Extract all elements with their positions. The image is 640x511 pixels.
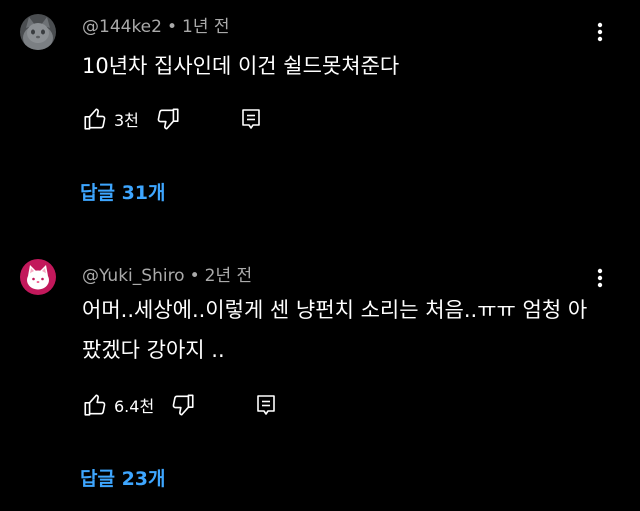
thumbs-down-icon — [157, 108, 179, 130]
comment-text: 어머..세상에..이렇게 센 냥펀치 소리는 처음..ㅠㅠ 엄청 아팠겠다 강아… — [82, 298, 588, 362]
gray-cat-avatar-icon — [20, 14, 56, 50]
comment-icon — [242, 109, 260, 129]
like-count: 6.4천 — [114, 397, 155, 416]
comment-meta: @Yuki_Shiro • 2년 전 — [82, 261, 252, 286]
dislike-button[interactable] — [155, 106, 181, 132]
more-options-icon[interactable] — [588, 266, 612, 290]
comment-meta: @144ke2 • 1년 전 — [82, 12, 230, 37]
author-name[interactable]: @144ke2 — [82, 17, 162, 37]
more-options-icon[interactable] — [588, 20, 612, 44]
white-cat-avatar-icon — [20, 259, 56, 295]
thumbs-down-icon — [172, 394, 194, 416]
reply-button[interactable] — [239, 107, 263, 131]
view-replies-link[interactable]: 답글 23개 — [80, 464, 166, 491]
avatar[interactable] — [20, 259, 56, 295]
reply-button[interactable] — [254, 393, 278, 417]
comment-actions: 3천 — [82, 105, 263, 133]
author-name[interactable]: @Yuki_Shiro — [82, 266, 185, 286]
timestamp[interactable]: 1년 전 — [182, 17, 230, 37]
like-count: 3천 — [114, 111, 139, 130]
thumbs-up-icon — [84, 108, 106, 130]
view-replies-link[interactable]: 답글 31개 — [80, 178, 166, 205]
separator-dot: • — [166, 17, 177, 37]
comment-actions: 6.4천 — [82, 391, 278, 419]
like-button[interactable] — [82, 106, 108, 132]
thumbs-up-icon — [84, 394, 106, 416]
comment-text: 10년차 집사인데 이건 쉴드못쳐준다 — [82, 54, 400, 78]
comment-item: @Yuki_Shiro • 2년 전 어머..세상에..이렇게 센 냥펀치 소리는 … — [0, 250, 640, 511]
dislike-button[interactable] — [170, 392, 196, 418]
comment-icon — [257, 395, 275, 415]
separator-dot: • — [189, 266, 200, 286]
avatar[interactable] — [20, 14, 56, 50]
like-button[interactable] — [82, 392, 108, 418]
timestamp[interactable]: 2년 전 — [205, 266, 253, 286]
comment-item: @144ke2 • 1년 전 10년차 집사인데 이건 쉴드못쳐준다 3천 답글 3… — [0, 0, 640, 250]
